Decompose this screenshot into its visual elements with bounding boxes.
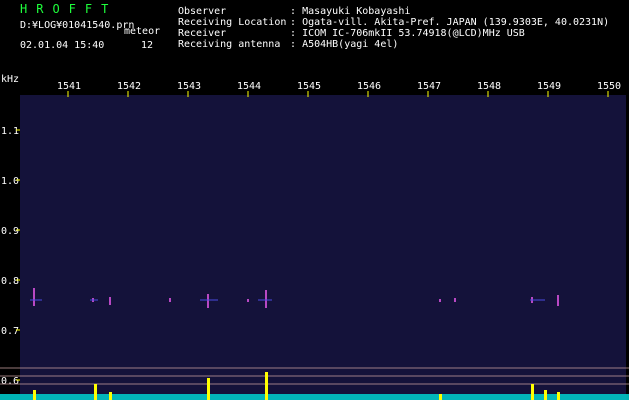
spectrogram-plot: kHz 1.11.00.90.80.70.6 1541 1542 1543 1544 1… xyxy=(0,74,629,400)
waterfall-area xyxy=(20,95,626,400)
spectrum-peak xyxy=(33,390,36,400)
info-label-location: Receiving Location xyxy=(178,17,287,28)
spectrum-peak xyxy=(94,384,97,400)
spectrum-peak xyxy=(109,392,112,400)
info-value-observer: : Masayuki Kobayashi xyxy=(290,6,411,17)
info-label-antenna: Receiving antenna xyxy=(178,39,281,50)
spectrum-peak xyxy=(265,372,268,400)
y-tick-label: 0.7 xyxy=(1,326,19,337)
log-file-path: D:¥LOG¥01041540.prn xyxy=(20,20,135,31)
x-tick-label: 1543 xyxy=(177,81,201,92)
x-tick-label: 1541 xyxy=(57,81,81,92)
info-value-location: : Ogata-vill. Akita-Pref. JAPAN (139.930… xyxy=(290,17,610,28)
x-tick-label: 1545 xyxy=(297,81,321,92)
x-tick-label: 1546 xyxy=(357,81,381,92)
info-value-receiver: : ICOM IC-706mkII 53.74918(@LCD)MHz USB xyxy=(290,28,525,39)
observation-datetime: 02.01.04 15:40 xyxy=(20,40,105,51)
x-tick-label: 1550 xyxy=(597,81,621,92)
y-tick-label: 1.0 xyxy=(1,176,19,187)
info-value-antenna: : A504HB(yagi 4el) xyxy=(290,39,399,50)
info-label-observer: Observer xyxy=(178,6,227,17)
x-tick-label: 1547 xyxy=(417,81,441,92)
x-tick-label: 1548 xyxy=(477,81,501,92)
y-tick-label: 0.8 xyxy=(1,276,19,287)
info-label-receiver: Receiver xyxy=(178,28,227,39)
y-tick-label: 0.6 xyxy=(1,376,19,387)
app-title: HROFFT xyxy=(20,2,118,16)
x-axis: 1541 1542 1543 1544 1545 1546 1547 1548 1549 1550 xyxy=(57,81,621,97)
spectrum-peak xyxy=(531,384,534,400)
y-tick-label: 1.1 xyxy=(1,126,19,137)
y-tick-label: 0.9 xyxy=(1,226,19,237)
y-axis: 1.1 1.0 0.9 0.8 0.7 0.6 xyxy=(1,126,20,387)
y-axis-unit: kHz xyxy=(1,74,19,85)
x-tick-label: 1549 xyxy=(537,81,561,92)
mode-label: meteor xyxy=(124,26,161,37)
x-tick-label: 1544 xyxy=(237,81,261,92)
spectrum-peak xyxy=(439,394,442,400)
spectrum-peak xyxy=(557,392,560,400)
spectrum-peak xyxy=(544,390,547,400)
spectrum-peak xyxy=(207,378,210,400)
x-tick-label: 1542 xyxy=(117,81,141,92)
meteor-count: 12 xyxy=(141,40,154,51)
